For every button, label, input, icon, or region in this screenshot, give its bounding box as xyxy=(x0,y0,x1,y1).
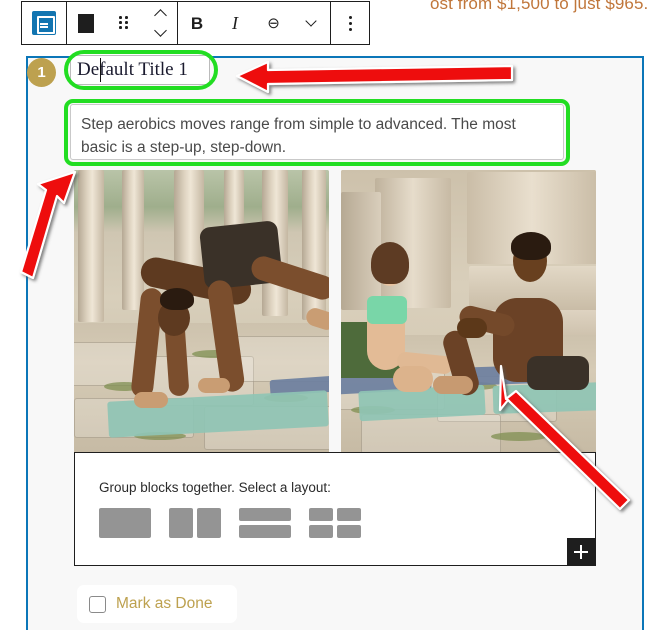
layout-preview-cell xyxy=(197,508,221,538)
layout-options xyxy=(99,508,361,538)
more-formatting-button[interactable] xyxy=(292,2,330,44)
foot xyxy=(393,366,433,392)
layout-two-rows[interactable] xyxy=(239,508,291,538)
block-mover[interactable] xyxy=(143,2,177,44)
layout-preview-cell xyxy=(239,525,291,538)
sports-top xyxy=(367,296,407,324)
layout-preview-cell xyxy=(239,508,291,521)
foot xyxy=(433,376,473,394)
chevron-down-icon[interactable] xyxy=(153,24,167,37)
step-number-label: 1 xyxy=(37,64,46,81)
hand xyxy=(134,392,168,408)
group-blocks-panel: Group blocks together. Select a layout: xyxy=(74,452,596,566)
pillar xyxy=(78,170,104,322)
hair xyxy=(160,288,194,310)
hair xyxy=(371,242,409,284)
layout-preview-cell xyxy=(309,525,333,538)
layout-preview-cell xyxy=(169,508,193,538)
group-panel-prompt: Group blocks together. Select a layout: xyxy=(99,480,331,495)
layout-grid[interactable] xyxy=(309,508,361,538)
moss xyxy=(491,432,547,441)
layout-single[interactable] xyxy=(99,508,151,538)
drag-dots-icon xyxy=(119,16,129,30)
block-type-group xyxy=(21,1,67,45)
layout-preview-cell xyxy=(99,508,151,538)
editor-canvas: ost from $1,500 to just $965. B I ⊖ 1 De… xyxy=(0,0,672,630)
layout-preview-cell xyxy=(309,508,333,521)
link-button[interactable]: ⊖ xyxy=(254,2,292,44)
text-caret xyxy=(100,58,101,82)
layout-preview-cell xyxy=(337,508,361,521)
hand xyxy=(457,318,487,338)
bold-icon: B xyxy=(190,13,204,33)
chevron-down-icon xyxy=(305,15,317,27)
pillar xyxy=(122,170,144,310)
image-seated-stretch[interactable] xyxy=(341,170,596,454)
title-input[interactable]: Default Title 1 xyxy=(70,55,210,85)
block-tools-group: B I ⊖ xyxy=(67,1,370,45)
stone-slab xyxy=(234,336,329,382)
mark-as-done-row[interactable]: Mark as Done xyxy=(77,585,237,623)
block-toolbar: B I ⊖ xyxy=(21,1,370,45)
shorts xyxy=(527,356,589,390)
paragraph-value: Step aerobics moves range from simple to… xyxy=(81,116,516,156)
background-text-fragment: ost from $1,500 to just $965. xyxy=(430,0,649,13)
link-icon: ⊖ xyxy=(267,15,280,32)
paragraph-style-button[interactable] xyxy=(67,2,105,44)
layout-two-columns[interactable] xyxy=(169,508,221,538)
drag-handle-button[interactable] xyxy=(105,2,143,44)
image-row xyxy=(74,170,596,454)
layout-preview-row xyxy=(309,508,361,521)
kebab-menu-icon xyxy=(348,15,352,31)
hair xyxy=(511,232,551,260)
paragraph-block-icon xyxy=(32,11,56,35)
add-block-button[interactable] xyxy=(567,538,595,566)
paragraph-input[interactable]: Step aerobics moves range from simple to… xyxy=(70,104,564,160)
block-options-button[interactable] xyxy=(331,2,369,44)
mark-as-done-checkbox[interactable] xyxy=(89,595,106,613)
step-number-badge: 1 xyxy=(27,58,56,87)
bold-button[interactable]: B xyxy=(178,2,216,44)
italic-button[interactable]: I xyxy=(216,2,254,44)
image-yoga-handstand[interactable] xyxy=(74,170,329,454)
italic-icon: I xyxy=(232,13,238,33)
title-value: Default Title 1 xyxy=(77,59,188,80)
paragraph-lines-icon xyxy=(78,13,94,33)
hand xyxy=(198,378,230,393)
block-type-switcher-button[interactable] xyxy=(25,2,63,44)
chevron-up-icon[interactable] xyxy=(153,9,167,22)
layout-preview-cell xyxy=(337,525,361,538)
mark-as-done-label: Mark as Done xyxy=(116,595,213,612)
layout-preview-row xyxy=(309,525,361,538)
